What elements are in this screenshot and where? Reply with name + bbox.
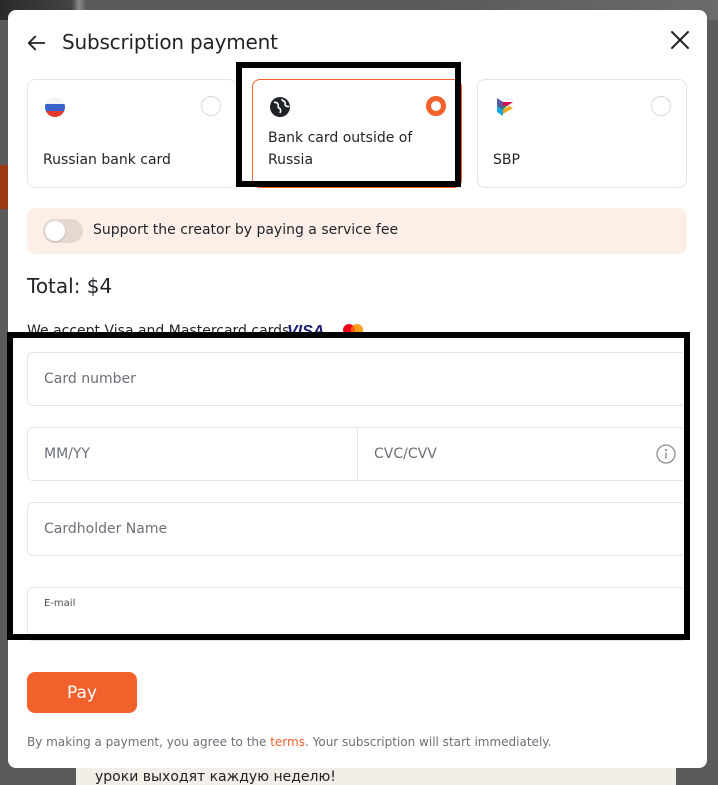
backdrop-accent bbox=[0, 165, 8, 209]
backdrop-text: уроки выходят каждую неделю! bbox=[95, 769, 336, 785]
method-radio[interactable] bbox=[201, 96, 221, 116]
service-fee-label: Support the creator by paying a service … bbox=[93, 222, 399, 238]
expiry-input[interactable] bbox=[28, 428, 357, 480]
terms-link[interactable]: terms bbox=[270, 735, 305, 749]
close-icon[interactable] bbox=[668, 28, 692, 52]
method-label: SBP bbox=[493, 152, 520, 168]
pay-button[interactable]: Pay bbox=[27, 672, 137, 713]
mastercard-logo-icon bbox=[343, 324, 363, 336]
footer-prefix: By making a payment, you agree to the bbox=[27, 735, 271, 749]
cardholder-name-input[interactable] bbox=[28, 503, 686, 555]
card-number-field[interactable] bbox=[27, 352, 687, 406]
cvc-field[interactable] bbox=[357, 427, 687, 481]
email-label: E-mail bbox=[44, 598, 76, 609]
toggle-knob bbox=[45, 221, 65, 241]
method-sbp[interactable]: SBP bbox=[477, 79, 687, 188]
arrow-left-icon[interactable] bbox=[26, 32, 48, 54]
method-russian-card[interactable]: Russian bank card bbox=[27, 79, 237, 188]
cardholder-name-field[interactable] bbox=[27, 502, 687, 556]
globe-icon bbox=[270, 97, 290, 117]
sbp-logo-icon bbox=[497, 98, 513, 116]
method-foreign-card[interactable]: Bank card outside of Russia bbox=[252, 79, 462, 188]
service-fee-toggle[interactable] bbox=[43, 219, 83, 243]
cvc-input[interactable] bbox=[358, 428, 686, 480]
modal-title: Subscription payment bbox=[62, 30, 278, 54]
total-amount: Total: $4 bbox=[27, 274, 113, 298]
info-icon[interactable] bbox=[656, 444, 676, 464]
expiry-field[interactable] bbox=[27, 427, 358, 481]
card-number-input[interactable] bbox=[28, 353, 686, 405]
method-label: Bank card outside of Russia bbox=[268, 130, 413, 168]
visa-logo-icon: VISA bbox=[287, 323, 324, 338]
email-field[interactable]: E-mail bbox=[27, 587, 687, 641]
visa-logo-text: VISA bbox=[287, 323, 324, 338]
method-radio-selected[interactable] bbox=[426, 96, 446, 116]
russia-flag-icon bbox=[45, 97, 65, 117]
method-radio[interactable] bbox=[651, 96, 671, 116]
footer-suffix: . Your subscription will start immediate… bbox=[304, 735, 552, 749]
email-input[interactable] bbox=[28, 588, 686, 640]
service-fee-bar: Support the creator by paying a service … bbox=[27, 208, 687, 254]
method-label: Russian bank card bbox=[43, 152, 171, 168]
accepted-cards-text: We accept Visa and Mastercard cards bbox=[27, 323, 290, 339]
payment-modal: Subscription payment Russian bank card B… bbox=[8, 10, 707, 768]
footer-note: By making a payment, you agree to the te… bbox=[27, 735, 551, 749]
